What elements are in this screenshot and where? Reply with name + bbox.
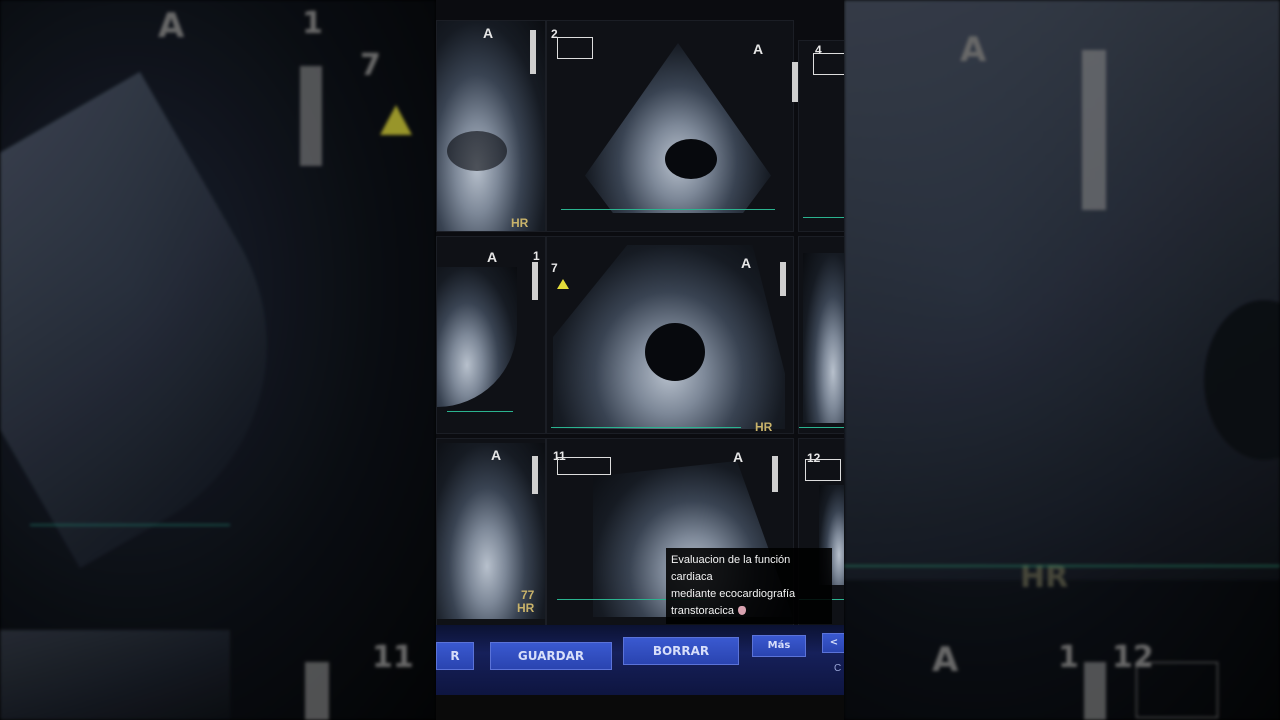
probe-tag [813, 53, 844, 75]
ultrasound-monitor: A HR 2 A 4 A 1 7 A HR A 77 HR 11 A 12 [436, 0, 844, 626]
view-label-a: A [487, 249, 498, 265]
caption-text: transtoracica [671, 605, 734, 617]
scale-bar [1082, 50, 1106, 210]
marker-triangle-icon [557, 279, 569, 289]
guardar-button[interactable]: GUARDAR [490, 642, 612, 670]
frame-number: 1 [1058, 640, 1079, 675]
blurred-background-left: A 1 7 11 [0, 0, 436, 720]
echo-view: 4 [798, 40, 844, 232]
view-label-a: A [733, 449, 744, 465]
ultrasound-sector [585, 43, 771, 213]
echo-view: 7 A HR [546, 236, 794, 434]
ecg-trace [799, 427, 844, 428]
scale-bar [772, 456, 778, 492]
lower-blur [0, 630, 230, 720]
mas-button[interactable]: Más [752, 635, 806, 657]
probe-tag [557, 37, 593, 59]
monitor-bezel [436, 695, 844, 720]
caption-line-last: transtoracica [671, 603, 827, 620]
ecg-trace [561, 209, 775, 210]
scale-bar [300, 66, 322, 166]
view-label-a: A [158, 6, 185, 46]
frame-number: 1 [302, 6, 323, 41]
echo-view: A 1 [436, 236, 546, 434]
ultrasound-sector [803, 253, 844, 423]
marker-triangle-icon [380, 105, 412, 135]
video-caption: Evaluacion de la función cardiaca median… [666, 548, 832, 624]
borrar-button[interactable]: BORRAR [623, 637, 739, 665]
scale-bar [532, 456, 538, 494]
ecg-trace [551, 427, 741, 428]
scale-bar [532, 262, 538, 300]
ecg-trace [30, 524, 230, 526]
probe-tag [557, 457, 611, 475]
heart-icon [737, 606, 746, 615]
hr-readout: 77 HR [517, 589, 534, 615]
chamber [447, 131, 507, 171]
echo-view [798, 236, 844, 434]
edge-letter: C [834, 663, 842, 674]
ultrasound-sector-blur [0, 71, 340, 569]
chamber [645, 323, 705, 381]
view-label-a: A [483, 25, 494, 41]
view-label-a: A [741, 255, 752, 271]
scale-bar [1084, 662, 1106, 720]
frame-number: 1 [533, 249, 540, 263]
ultrasound-button-bar: R GUARDAR BORRAR Más < C [436, 625, 844, 695]
frame-number: 7 [360, 48, 381, 83]
ultrasound-sector [437, 267, 517, 407]
hr-label: HR [517, 601, 535, 615]
ecg-trace [803, 217, 844, 218]
view-label-a: A [932, 640, 959, 680]
view-label-a: A [491, 447, 502, 463]
partial-left-button[interactable]: R [436, 642, 474, 670]
ecg-trace [447, 411, 513, 412]
ultrasound-sector-blur [844, 0, 1280, 580]
ecg-trace [844, 565, 1280, 567]
view-label-a: A [753, 41, 764, 57]
caption-line: mediante ecocardiografía [671, 588, 796, 600]
blurred-background-right: A A 1 12 HR [844, 0, 1280, 720]
hr-label: HR [755, 420, 773, 434]
caption-line: Evaluacion de la función cardiaca [671, 554, 791, 583]
chamber [665, 139, 717, 179]
partial-right-button[interactable]: < [822, 633, 844, 653]
frame-number: 7 [551, 261, 558, 275]
hr-label: HR [511, 216, 529, 230]
scale-bar [780, 262, 786, 296]
frame-number: 11 [372, 640, 414, 675]
scale-bar [530, 30, 536, 74]
echo-view: 2 A [546, 20, 794, 232]
echo-view: A 77 HR [436, 438, 546, 626]
view-label-a: A [960, 30, 987, 70]
probe-tag [805, 459, 841, 481]
scale-bar [305, 662, 329, 720]
probe-tag [1136, 662, 1218, 718]
